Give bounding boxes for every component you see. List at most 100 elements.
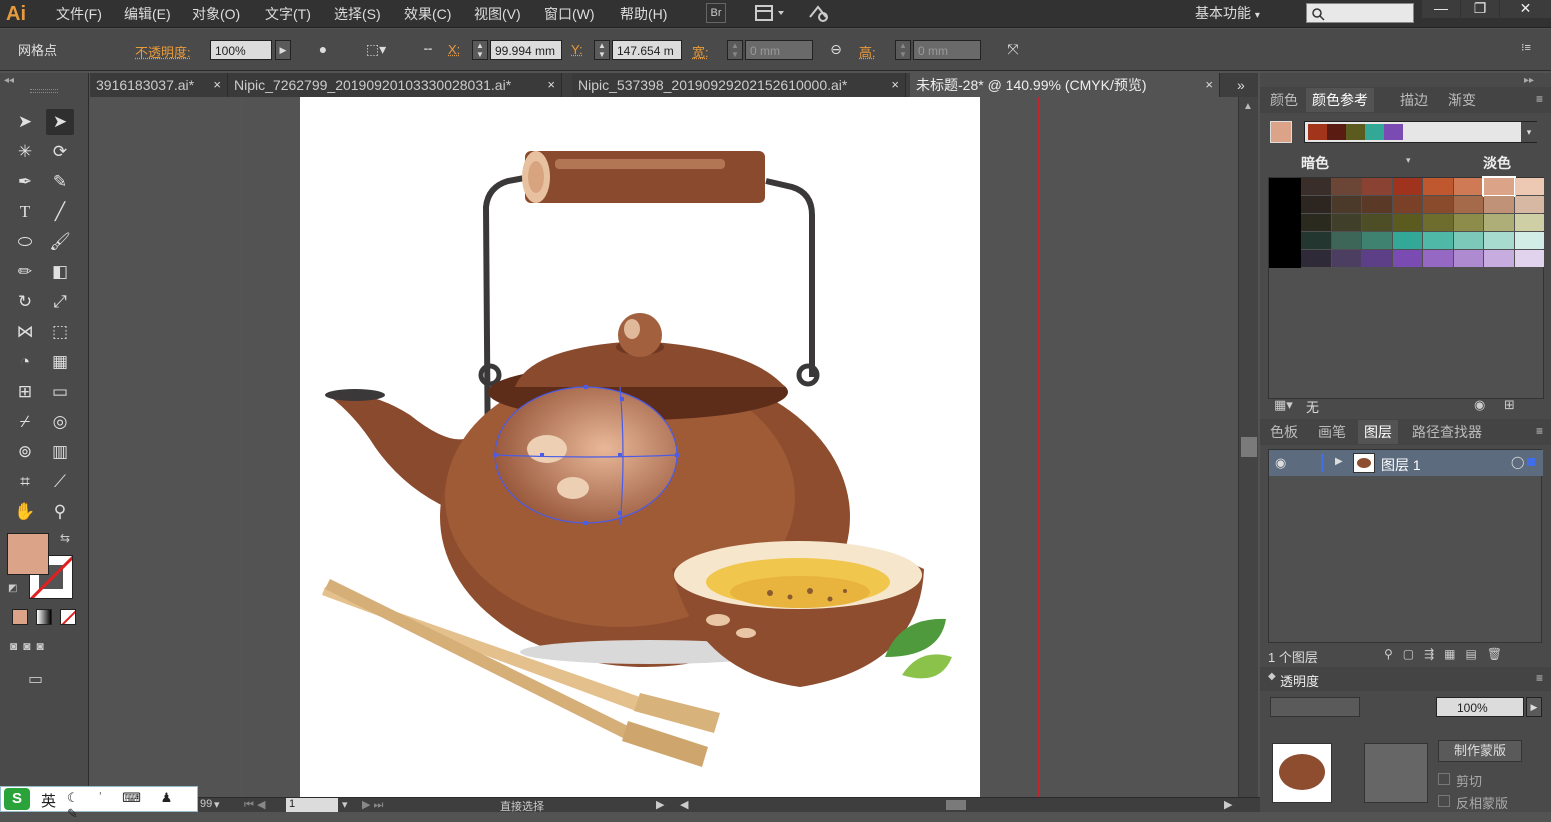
screen-mode-icon[interactable]: ▭: [28, 669, 43, 689]
save-group-icon[interactable]: ⊞: [1504, 397, 1515, 413]
base-shade-column[interactable]: [1269, 178, 1301, 268]
close-tab-icon[interactable]: ×: [547, 73, 555, 97]
mesh-tool-icon[interactable]: ⊞: [11, 379, 39, 405]
color-swatch[interactable]: [1362, 214, 1392, 231]
first-artboard-icon[interactable]: ⏮ ◀: [244, 798, 265, 812]
color-swatch[interactable]: [1393, 250, 1423, 267]
harmony-color[interactable]: [1346, 124, 1365, 140]
color-swatch[interactable]: [1515, 196, 1545, 213]
color-swatch[interactable]: [1423, 196, 1453, 213]
color-swatch[interactable]: [1362, 250, 1392, 267]
recolor-artwork-icon[interactable]: ◉: [1474, 397, 1485, 413]
sogou-logo-icon[interactable]: S: [4, 788, 30, 810]
direct-selection-tool-icon[interactable]: ➤: [46, 109, 74, 135]
menu-type[interactable]: 文字(T): [265, 4, 311, 24]
lasso-tool-icon[interactable]: ⟳: [46, 139, 74, 165]
color-swatch[interactable]: [1301, 196, 1331, 213]
color-swatch[interactable]: [1423, 250, 1453, 267]
vertical-scrollbar[interactable]: ▲: [1238, 97, 1258, 802]
eye-icon[interactable]: ◉: [1275, 455, 1286, 471]
tab-swatches[interactable]: 色板: [1264, 420, 1304, 444]
horizontal-scroll-thumb[interactable]: [946, 800, 966, 810]
document-tab[interactable]: Nipic_537398_20190929202152610000.ai* ×: [572, 73, 906, 97]
panel-menu-icon[interactable]: ≡: [1536, 424, 1543, 438]
x-input[interactable]: 99.994 mm: [490, 40, 562, 60]
transparency-opacity-input[interactable]: 100%: [1436, 697, 1524, 717]
pencil-tool-icon[interactable]: ✏: [11, 259, 39, 285]
clip-checkbox[interactable]: [1438, 773, 1450, 785]
ellipse-tool-icon[interactable]: ⬭: [11, 229, 39, 255]
width-tool-icon[interactable]: ⋈: [11, 319, 39, 345]
menu-object[interactable]: 对象(O): [192, 4, 240, 24]
swap-colors-icon[interactable]: ⇆: [60, 531, 70, 545]
transform-icon[interactable]: ⤧: [1003, 41, 1023, 59]
menu-select[interactable]: 选择(S): [334, 4, 381, 24]
symbol-sprayer-icon[interactable]: ⊚: [11, 439, 39, 465]
collapse-toolbox-icon[interactable]: ◂◂: [4, 75, 14, 86]
color-swatch[interactable]: [1454, 178, 1484, 195]
default-colors-icon[interactable]: ◩: [8, 583, 17, 594]
shape-builder-icon[interactable]: ◔: [11, 349, 39, 375]
color-swatch[interactable]: [1393, 178, 1423, 195]
slice-tool-icon[interactable]: ⟋: [46, 469, 74, 495]
artboard-dropdown-icon[interactable]: ▾: [342, 798, 348, 811]
align-icon[interactable]: ⬚▾: [360, 41, 392, 59]
close-tab-icon[interactable]: ×: [1205, 73, 1213, 97]
opacity-dropdown[interactable]: ▶: [275, 40, 291, 60]
color-swatch[interactable]: [1393, 196, 1423, 213]
color-swatch[interactable]: [1423, 232, 1453, 249]
color-swatch[interactable]: [1332, 250, 1362, 267]
panel-menu-icon[interactable]: ≡: [1536, 92, 1543, 106]
close-tab-icon[interactable]: ×: [891, 73, 899, 97]
color-swatch[interactable]: [1332, 196, 1362, 213]
color-swatch[interactable]: [1301, 250, 1331, 267]
eraser-tool-icon[interactable]: ◧: [46, 259, 74, 285]
selection-indicator[interactable]: [1527, 458, 1535, 466]
blend-tool-icon[interactable]: ◎: [46, 409, 74, 435]
color-swatch[interactable]: [1332, 232, 1362, 249]
document-tab[interactable]: 3916183037.ai* ×: [90, 73, 228, 97]
selection-tool-icon[interactable]: ➤: [11, 109, 39, 135]
width-stepper[interactable]: ▲ ▼: [727, 40, 743, 60]
pen-tool-icon[interactable]: ✒: [11, 169, 39, 195]
color-swatch[interactable]: [1362, 232, 1392, 249]
make-mask-button[interactable]: 制作蒙版: [1438, 740, 1522, 762]
layer-name[interactable]: 图层 1: [1381, 455, 1421, 475]
layers-panel-actions[interactable]: ⚲▢⇶▦▤🗑: [1384, 647, 1512, 661]
color-swatch[interactable]: [1423, 178, 1453, 195]
canvas[interactable]: [90, 97, 1238, 802]
width-input[interactable]: 0 mm: [745, 40, 813, 60]
color-swatch[interactable]: [1393, 232, 1423, 249]
next-artboard-icon[interactable]: ▶ ⏭: [362, 798, 383, 812]
artboard-tool-icon[interactable]: ⌗: [11, 469, 39, 495]
zoom-dropdown-icon[interactable]: ▾: [214, 798, 220, 811]
color-swatch[interactable]: [1484, 214, 1514, 231]
harmony-colors[interactable]: ▾: [1304, 121, 1537, 143]
scroll-up-icon[interactable]: ▲: [1243, 101, 1253, 112]
artboard-number[interactable]: 1: [286, 798, 338, 812]
expand-arrow-icon[interactable]: ▶: [1335, 456, 1343, 467]
color-swatch[interactable]: [1393, 214, 1423, 231]
harmony-rules-dropdown[interactable]: ▾: [1521, 122, 1537, 142]
artboard[interactable]: [300, 97, 980, 802]
scroll-left-icon[interactable]: ◀: [680, 798, 688, 811]
color-swatch[interactable]: [1362, 178, 1392, 195]
gradient-tool-icon[interactable]: ▭: [46, 379, 74, 405]
y-stepper[interactable]: ▲ ▼: [594, 40, 610, 60]
target-icon[interactable]: ◯: [1511, 455, 1524, 469]
collapse-panels-icon[interactable]: ▸▸: [1524, 75, 1534, 86]
draw-modes-icon[interactable]: ◙◙◙: [10, 639, 80, 657]
minimize-button[interactable]: —: [1422, 0, 1460, 18]
color-swatch[interactable]: [1484, 196, 1514, 213]
free-transform-icon[interactable]: ⬚: [46, 319, 74, 345]
color-swatch[interactable]: [1484, 232, 1514, 249]
fill-color-swatch[interactable]: [7, 533, 49, 575]
gradient-mode-button[interactable]: [36, 609, 52, 625]
opacity-dropdown[interactable]: ▶: [1526, 697, 1542, 717]
menu-effect[interactable]: 效果(C): [404, 4, 451, 24]
tab-brushes[interactable]: 画笔: [1312, 420, 1352, 444]
arrange-documents-button[interactable]: [754, 3, 788, 23]
color-swatch[interactable]: [1515, 250, 1545, 267]
close-tab-icon[interactable]: ×: [213, 73, 221, 97]
status-menu-icon[interactable]: ▶: [656, 798, 664, 811]
